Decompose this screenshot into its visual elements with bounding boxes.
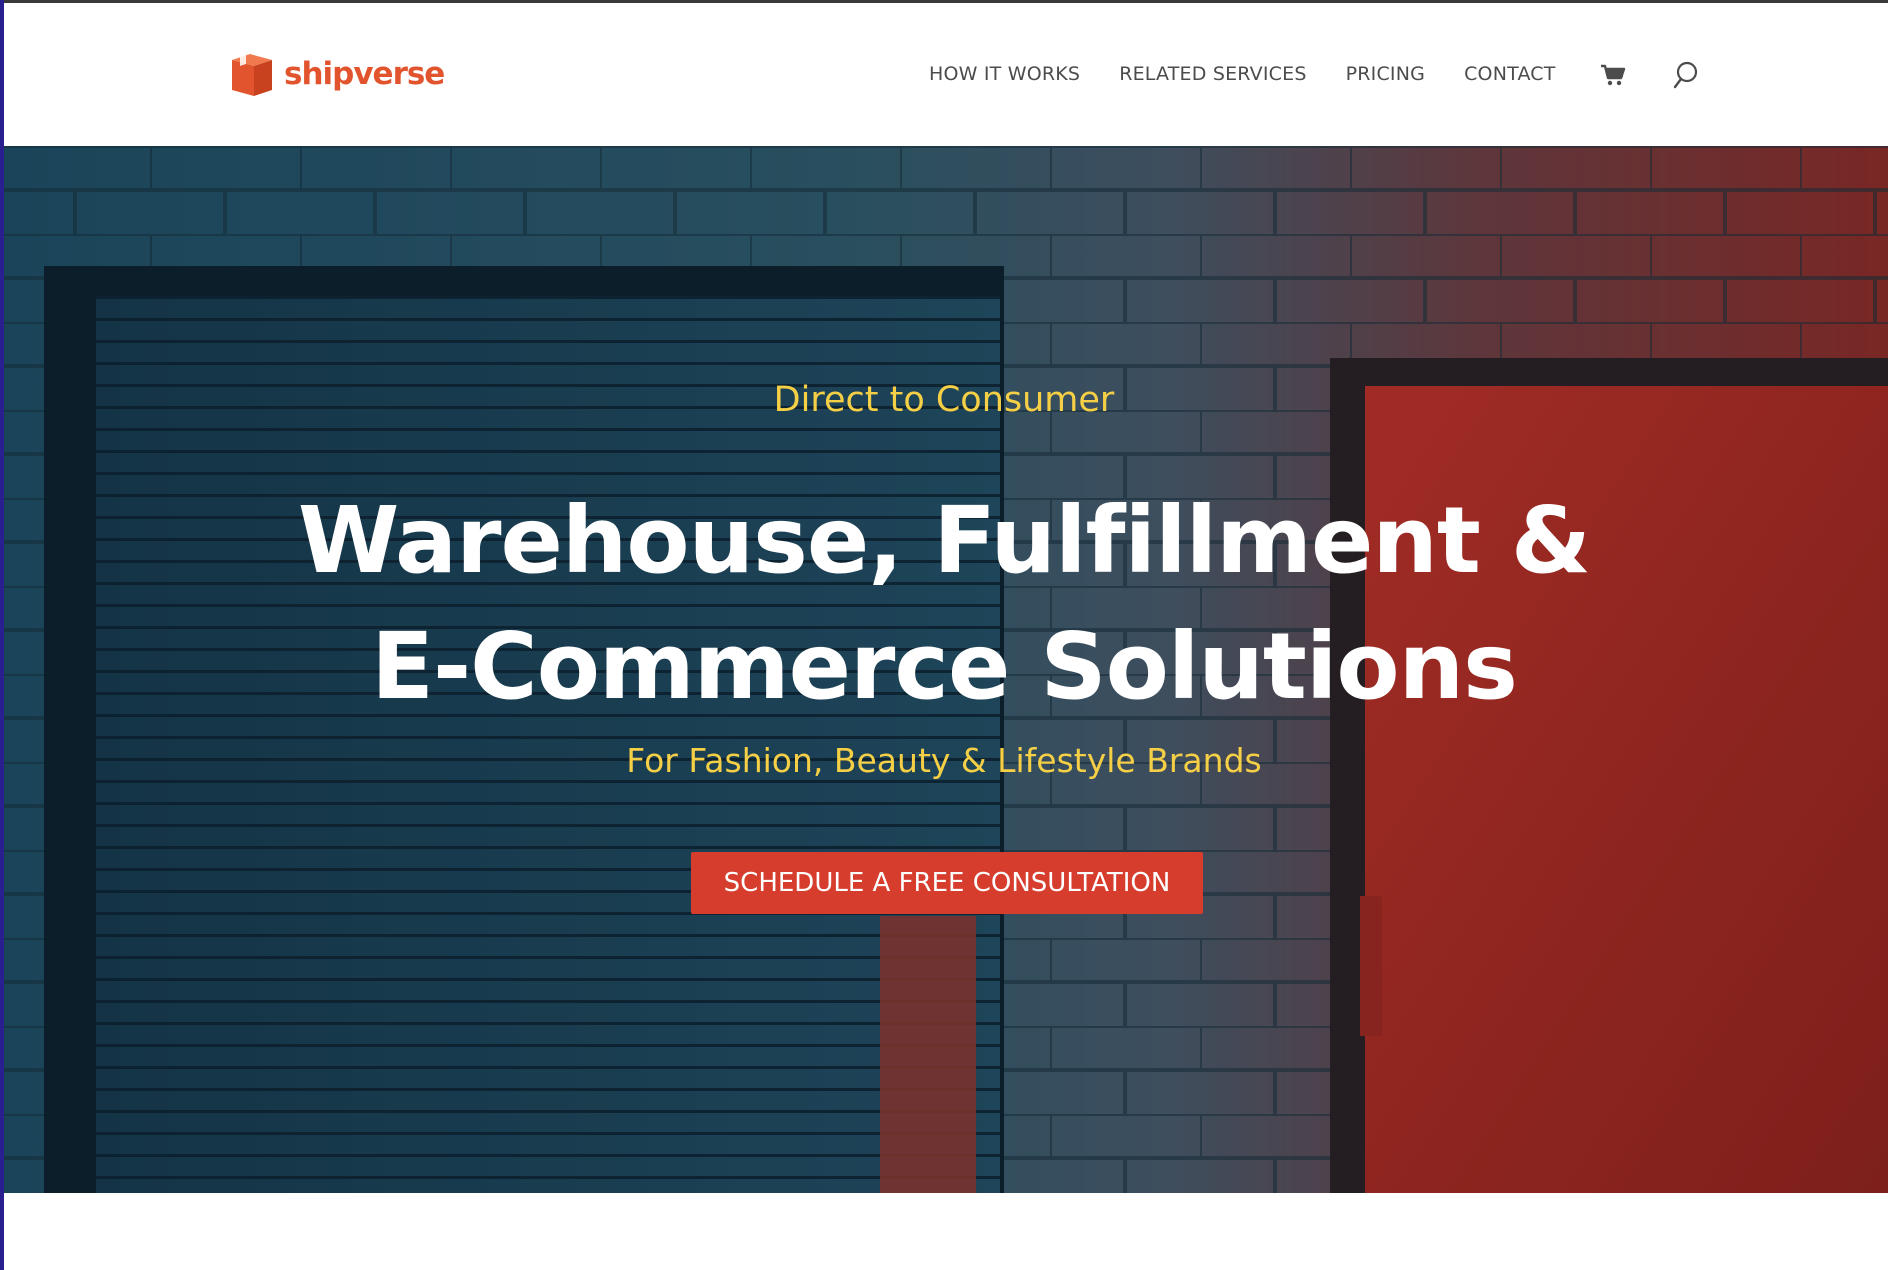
cart-icon[interactable] [1600,63,1626,87]
window-top-edge [0,0,1888,3]
nav-related-services[interactable]: RELATED SERVICES [1119,56,1306,92]
nav-contact[interactable]: CONTACT [1464,56,1556,92]
brand-name: shipverse [284,56,445,92]
main-nav: HOW IT WORKS RELATED SERVICES PRICING CO… [929,56,1595,92]
hero-eyebrow: Direct to Consumer [773,380,1115,420]
hero-headline: Warehouse, Fulfillment & E-Commerce Solu… [0,478,1888,730]
search-icon[interactable] [1672,60,1700,90]
schedule-consultation-button[interactable]: SCHEDULE A FREE CONSULTATION [691,852,1203,914]
box-icon [232,54,272,96]
site-header: shipverse HOW IT WORKS RELATED SERVICES … [0,0,1888,146]
hero-section: Direct to Consumer Warehouse, Fulfillmen… [0,146,1888,1193]
nav-how-it-works[interactable]: HOW IT WORKS [929,56,1080,92]
window-left-edge [0,0,4,1270]
hero-headline-line-1: Warehouse, Fulfillment & [297,487,1591,594]
hero-headline-line-2: E-Commerce Solutions [371,613,1518,720]
hero-subhead: For Fashion, Beauty & Lifestyle Brands [626,741,1262,780]
nav-pricing[interactable]: PRICING [1346,56,1425,92]
hero-content: Direct to Consumer Warehouse, Fulfillmen… [0,146,1888,1193]
brand-logo[interactable]: shipverse [228,50,445,98]
